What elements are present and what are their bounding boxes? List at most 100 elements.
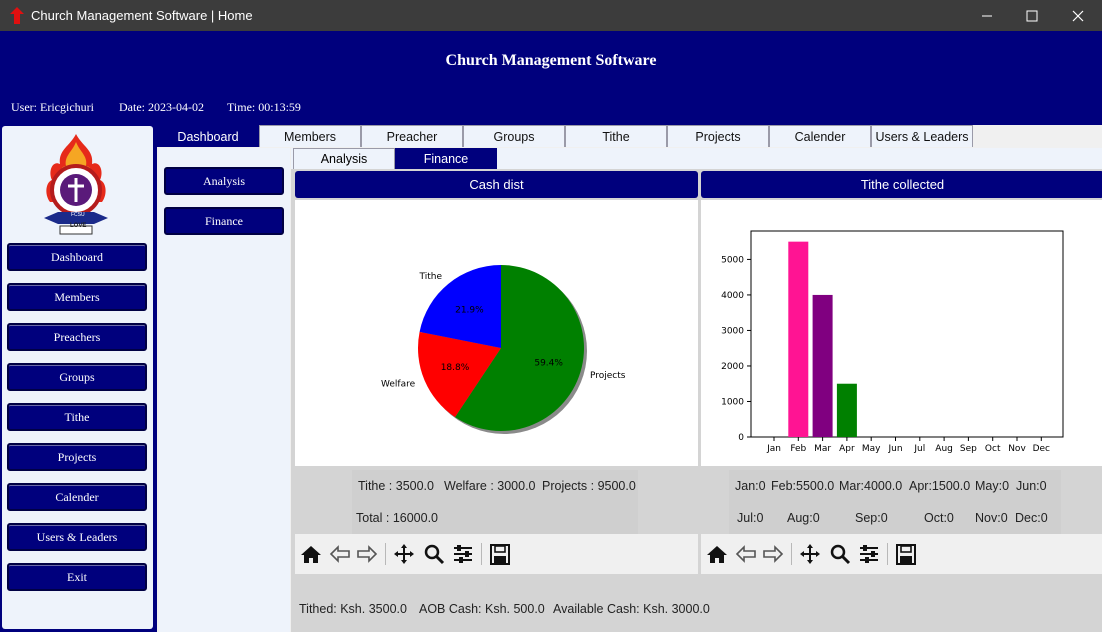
maximize-icon (1026, 10, 1038, 21)
x-tick-label-jan: Jan (766, 444, 781, 454)
x-tick-label-sep: Sep (960, 444, 977, 454)
month-stat-apr: Apr:1500.0 (909, 479, 971, 493)
month-stats: Jan:0 Feb:5500.0 Mar:4000.0 Apr:1500.0 M… (729, 470, 1061, 534)
finance-footer: Tithed: Ksh. 3500.0 AOB Cash: Ksh. 500.0… (291, 574, 1102, 632)
x-tick-label-mar: Mar (814, 444, 831, 454)
available-cash: Available Cash: Ksh. 3000.0 (553, 602, 710, 616)
home-icon[interactable] (705, 543, 729, 565)
date-info: Date: 2023-04-02 (119, 100, 204, 114)
app-header: Church Management Software User: Ericgic… (0, 31, 1102, 124)
pan-icon[interactable] (392, 543, 416, 565)
y-tick-label: 2000 (721, 362, 744, 372)
x-tick-label-jul: Jul (913, 444, 925, 454)
zoom-icon[interactable] (828, 543, 852, 565)
toolbar-separator (481, 543, 482, 565)
bar-feb (788, 241, 809, 437)
tab-preacher[interactable]: Preacher (361, 125, 463, 147)
subnav-finance-button[interactable]: Finance (164, 207, 284, 235)
pan-icon[interactable] (798, 543, 822, 565)
logo-text-love: LOVE (70, 223, 87, 229)
sidebar-item-members[interactable]: Members (7, 283, 147, 311)
tab-projects[interactable]: Projects (667, 125, 769, 147)
back-arrow-icon[interactable] (734, 543, 758, 565)
sidebar-item-calender[interactable]: Calender (7, 483, 147, 511)
projects-stat: Projects : 9500.0 (542, 479, 636, 493)
close-icon (1072, 10, 1084, 21)
tab-calender[interactable]: Calender (769, 125, 871, 147)
tithe-collected-panel: Tithe collected 0 1000 2000 3000 4000 5000 Jan… (701, 171, 1102, 574)
y-tick-label: 1000 (721, 397, 744, 407)
month-stat-oct: Oct:0 (924, 511, 954, 525)
forward-arrow-icon[interactable] (355, 543, 379, 565)
total-stat: Total : 16000.0 (356, 511, 439, 525)
aob-cash: AOB Cash: Ksh. 500.0 (419, 602, 545, 616)
configure-icon[interactable] (857, 543, 881, 565)
main-area: Dashboard Members Preacher Groups Tithe … (157, 125, 1102, 632)
pie-label-projects: Projects (590, 371, 626, 381)
tab-members[interactable]: Members (259, 125, 361, 147)
sidebar-item-users-leaders[interactable]: Users & Leaders (7, 523, 147, 551)
sidebar-item-exit[interactable]: Exit (7, 563, 147, 591)
cash-dist-panel: Cash dist 59.4% Projects 18.8% Welfare 21.9%… (295, 171, 698, 574)
close-button[interactable] (1055, 0, 1101, 31)
tithe-stat: Tithe : 3500.0 (358, 479, 434, 493)
sidebar-item-tithe[interactable]: Tithe (7, 403, 147, 431)
x-tick-label-jun: Jun (887, 444, 902, 454)
minimize-icon (982, 15, 992, 16)
sidebar-item-preachers[interactable]: Preachers (7, 323, 147, 351)
zoom-icon[interactable] (422, 543, 446, 565)
cash-dist-title: Cash dist (295, 171, 698, 198)
tithe-collected-title: Tithe collected (701, 171, 1102, 198)
x-tick-label-feb: Feb (790, 444, 806, 454)
save-icon[interactable] (894, 543, 918, 565)
sidebar-item-groups[interactable]: Groups (7, 363, 147, 391)
app-icon (10, 7, 24, 24)
month-stat-jan: Jan:0 (735, 479, 766, 493)
x-tick-label-aug: Aug (935, 444, 953, 454)
sidebar-item-projects[interactable]: Projects (7, 443, 147, 471)
subtab-analysis[interactable]: Analysis (293, 148, 395, 169)
toolbar-separator (385, 543, 386, 565)
cash-stats: Tithe : 3500.0 Welfare : 3000.0 Projects… (352, 470, 638, 534)
sub-tab-bar: Analysis Finance (291, 148, 1102, 169)
sidebar-item-dashboard[interactable]: Dashboard (7, 243, 147, 271)
subnav-analysis-button[interactable]: Analysis (164, 167, 284, 195)
subtab-finance[interactable]: Finance (395, 148, 497, 169)
y-tick-label: 3000 (721, 326, 744, 336)
month-stat-feb: Feb:5500.0 (771, 479, 835, 493)
month-stat-jul: Jul:0 (737, 511, 764, 525)
toolbar-separator (887, 543, 888, 565)
dashboard-content: Analysis Finance Cash dist 59.4% Projects… (291, 148, 1102, 632)
tab-tithe[interactable]: Tithe (565, 125, 667, 147)
window-title: Church Management Software | Home (31, 8, 253, 23)
home-icon[interactable] (299, 543, 323, 565)
cash-dist-pie-chart: 59.4% Projects 18.8% Welfare 21.9% Tithe (381, 265, 626, 434)
tab-groups[interactable]: Groups (463, 125, 565, 147)
pie-percent-projects: 59.4% (534, 358, 563, 368)
month-stat-dec: Dec:0 (1015, 511, 1048, 525)
x-tick-label-may: May (862, 444, 881, 454)
maximize-button[interactable] (1009, 0, 1055, 31)
tab-dashboard[interactable]: Dashboard (157, 125, 259, 147)
top-tab-bar: Dashboard Members Preacher Groups Tithe … (157, 125, 1102, 147)
logo-text-fcsu: FCSU (71, 212, 85, 218)
save-icon[interactable] (488, 543, 512, 565)
church-logo (44, 134, 108, 235)
bar-mar (812, 294, 833, 437)
sidebar: FCSU LOVE Dashboard Members Preachers Gr… (2, 126, 153, 629)
minimize-button[interactable] (964, 0, 1010, 31)
month-stat-aug: Aug:0 (787, 511, 820, 525)
x-tick-label-oct: Oct (985, 444, 1001, 454)
pie-percent-tithe: 21.9% (455, 306, 484, 316)
month-stat-jun: Jun:0 (1016, 479, 1047, 493)
welfare-stat: Welfare : 3000.0 (444, 479, 536, 493)
y-tick-label: 5000 (721, 255, 744, 265)
configure-icon[interactable] (451, 543, 475, 565)
bar-plot-area: 0 1000 2000 3000 4000 5000 Jan Feb Mar Apr May Jun J… (701, 200, 1102, 466)
x-tick-label-nov: Nov (1008, 444, 1026, 454)
back-arrow-icon[interactable] (328, 543, 352, 565)
pie-label-tithe: Tithe (419, 272, 443, 282)
month-stat-may: May:0 (975, 479, 1010, 493)
forward-arrow-icon[interactable] (761, 543, 785, 565)
tab-users-leaders[interactable]: Users & Leaders (871, 125, 973, 147)
